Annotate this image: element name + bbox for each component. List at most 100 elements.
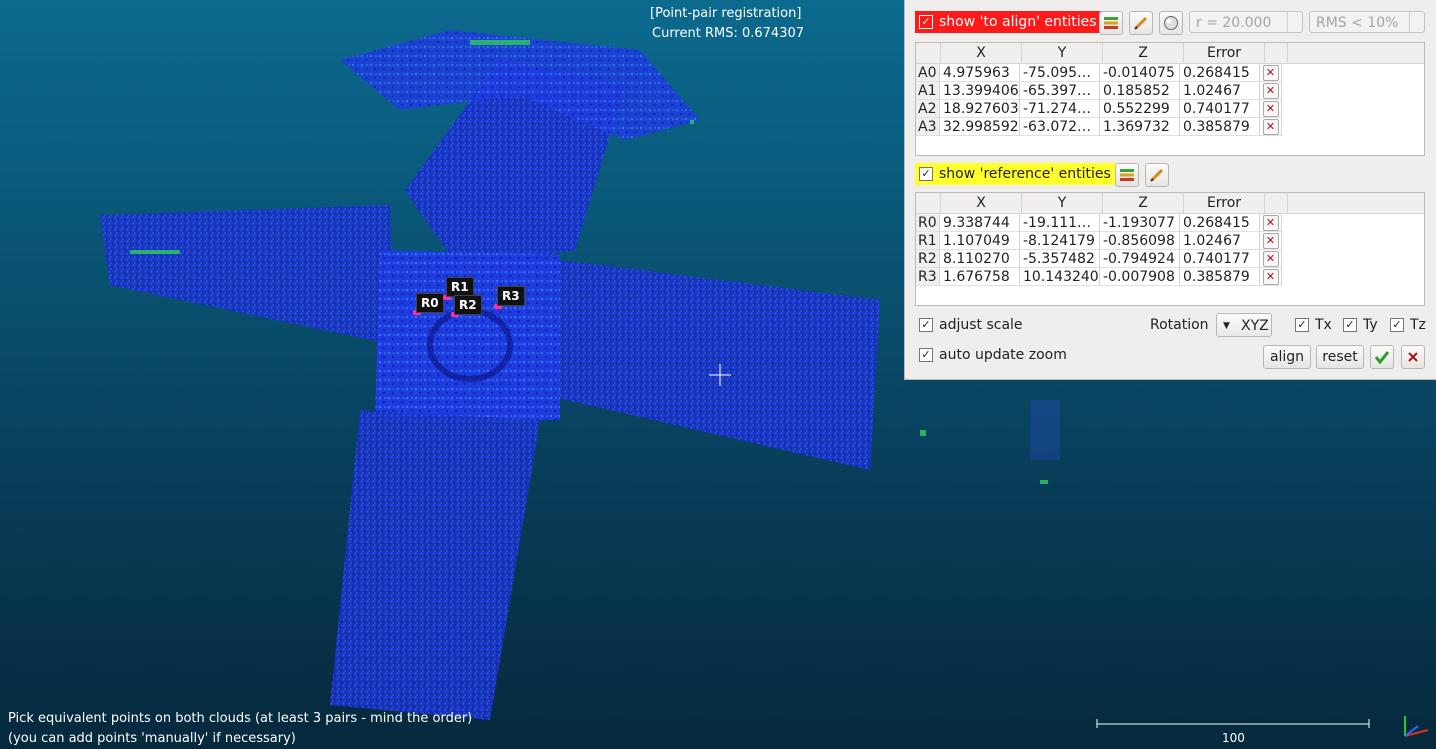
checkmark-icon — [1374, 351, 1390, 365]
delete-row-button[interactable]: ✕ — [1260, 268, 1282, 286]
table-row[interactable]: R0 9.338744 -19.111… -1.193077 0.268415 ✕ — [916, 214, 1424, 232]
cell-x: 4.975963 — [940, 64, 1020, 82]
reset-button[interactable]: reset — [1316, 345, 1364, 369]
cell-z: 0.185852 — [1100, 82, 1180, 100]
validate-button[interactable] — [1370, 345, 1394, 369]
cloud-west-arm — [100, 205, 395, 345]
auto-update-zoom-checkbox[interactable]: ✓ auto update zoom — [915, 344, 1073, 366]
delete-icon: ✕ — [1262, 250, 1279, 267]
marker-label-r2: R2 — [454, 295, 482, 315]
delete-icon: ✕ — [1262, 118, 1279, 135]
delete-row-button[interactable]: ✕ — [1260, 118, 1282, 136]
marker-label-r3: R3 — [497, 286, 525, 306]
cloud-center — [375, 250, 560, 420]
layers-icon — [1120, 169, 1134, 181]
show-reference-toggle[interactable]: ✓ show 'reference' entities — [915, 163, 1117, 185]
row-id: R1 — [916, 232, 940, 250]
cell-y: -65.397… — [1020, 82, 1100, 100]
delete-row-button[interactable]: ✕ — [1260, 100, 1282, 118]
ty-checkbox[interactable]: ✓ Ty — [1339, 314, 1384, 336]
table-row[interactable]: A1 13.399406 -65.397… 0.185852 1.02467 ✕ — [916, 82, 1424, 100]
rotation-combo[interactable]: ▼ XYZ — [1216, 313, 1272, 337]
cancel-button[interactable] — [1401, 345, 1425, 369]
table-row[interactable]: R1 1.107049 -8.124179 -0.856098 1.02467 ✕ — [916, 232, 1424, 250]
reference-table[interactable]: X Y Z Error R0 9.338744 -19.111… -1.193077 0… — [915, 192, 1425, 306]
col-header-z: Z — [1103, 193, 1184, 213]
convert-reference-to-cloud-button[interactable] — [1115, 163, 1139, 187]
cell-y: -8.124179 — [1020, 232, 1100, 250]
cell-error: 0.740177 — [1180, 250, 1260, 268]
col-header-error: Error — [1184, 193, 1265, 213]
rms-filter-combo[interactable]: RMS < 10% — [1309, 11, 1425, 33]
convert-to-cloud-button[interactable] — [1099, 11, 1123, 35]
cell-y: -71.274… — [1020, 100, 1100, 118]
rotation-label: Rotation — [1150, 317, 1209, 333]
col-header-x: X — [941, 193, 1022, 213]
sphere-radius-spinbox[interactable]: r = 20.000 — [1189, 11, 1303, 33]
spin-arrows-icon — [1409, 12, 1424, 32]
delete-icon: ✕ — [1262, 232, 1279, 249]
close-icon — [1408, 352, 1418, 362]
show-to-align-toggle[interactable]: ✓ show 'to align' entities — [915, 11, 1103, 33]
table-row[interactable]: A0 4.975963 -75.095… -0.014075 0.268415 ✕ — [916, 64, 1424, 82]
adjust-scale-checkbox[interactable]: ✓ adjust scale — [915, 314, 1029, 336]
delete-row-button[interactable]: ✕ — [1260, 64, 1282, 82]
delete-icon: ✕ — [1262, 64, 1279, 81]
table-row[interactable]: R2 8.110270 -5.357482 -0.794924 0.740177 ✕ — [916, 250, 1424, 268]
cell-y: -5.357482 — [1020, 250, 1100, 268]
hint-line-2: (you can add points 'manually' if necess… — [8, 731, 296, 746]
edit-points-button[interactable] — [1129, 11, 1153, 35]
to-align-table[interactable]: X Y Z Error A0 4.975963 -75.095… -0.014075 0… — [915, 42, 1425, 156]
delete-icon: ✕ — [1262, 82, 1279, 99]
col-header-error: Error — [1184, 43, 1265, 63]
marker-label-r0: R0 — [416, 293, 444, 313]
checkbox-icon: ✓ — [1390, 318, 1404, 332]
auto-update-zoom-label: auto update zoom — [939, 347, 1067, 363]
row-id: R0 — [916, 214, 940, 232]
delete-icon: ✕ — [1262, 214, 1279, 231]
cell-error: 0.740177 — [1180, 100, 1260, 118]
align-button[interactable]: align — [1263, 345, 1311, 369]
cell-z: -0.014075 — [1100, 64, 1180, 82]
tz-checkbox[interactable]: ✓ Tz — [1386, 314, 1432, 336]
tx-label: Tx — [1315, 317, 1332, 333]
layers-icon — [1104, 17, 1118, 29]
sphere-radius-value: r = 20.000 — [1196, 15, 1272, 31]
cell-x: 32.998592 — [940, 118, 1020, 136]
pencil-icon — [1134, 16, 1148, 30]
edit-reference-points-button[interactable] — [1145, 163, 1169, 187]
hint-line-1: Pick equivalent points on both clouds (a… — [8, 711, 473, 726]
current-rms: Current RMS: 0.674307 — [652, 26, 805, 41]
cell-y: 10.143240 — [1020, 268, 1100, 286]
cloud-south-arm — [330, 410, 540, 720]
delete-row-button[interactable]: ✕ — [1260, 82, 1282, 100]
cell-x: 8.110270 — [940, 250, 1020, 268]
cell-z: -1.193077 — [1100, 214, 1180, 232]
row-id: R2 — [916, 250, 940, 268]
table-row[interactable]: A3 32.998592 -63.072… 1.369732 0.385879 ✕ — [916, 118, 1424, 136]
cell-x: 18.927603 — [940, 100, 1020, 118]
cell-error: 0.268415 — [1180, 64, 1260, 82]
cell-y: -63.072… — [1020, 118, 1100, 136]
use-sphere-button[interactable] — [1159, 11, 1183, 35]
delete-icon: ✕ — [1262, 268, 1279, 285]
chevron-down-icon: ▼ — [1223, 321, 1230, 331]
cell-x: 13.399406 — [940, 82, 1020, 100]
rms-filter-value: RMS < 10% — [1316, 15, 1399, 31]
checkbox-icon: ✓ — [919, 348, 933, 362]
tx-checkbox[interactable]: ✓ Tx — [1291, 314, 1338, 336]
mode-title: [Point-pair registration] — [650, 6, 802, 21]
delete-row-button[interactable]: ✕ — [1260, 232, 1282, 250]
cell-error: 1.02467 — [1180, 232, 1260, 250]
delete-row-button[interactable]: ✕ — [1260, 250, 1282, 268]
table-row[interactable]: R3 1.676758 10.143240 -0.007908 0.385879 ✕ — [916, 268, 1424, 286]
spin-arrows-icon — [1287, 12, 1302, 32]
show-reference-label: show 'reference' entities — [939, 166, 1111, 182]
col-header-y: Y — [1022, 193, 1103, 213]
checkbox-icon: ✓ — [919, 167, 933, 181]
scale-bar — [1096, 719, 1370, 728]
delete-row-button[interactable]: ✕ — [1260, 214, 1282, 232]
table-row[interactable]: A2 18.927603 -71.274… 0.552299 0.740177 ✕ — [916, 100, 1424, 118]
col-header-x: X — [941, 43, 1022, 63]
cloud-east-arm — [545, 260, 880, 470]
